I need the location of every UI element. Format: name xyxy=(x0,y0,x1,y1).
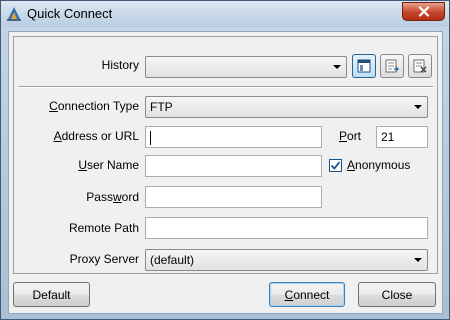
dialog-body: History Connection Type FTP Address or U… xyxy=(8,31,443,314)
app-icon xyxy=(7,7,21,21)
address-label: Address or URL xyxy=(53,129,139,143)
close-button[interactable]: Close xyxy=(358,282,436,307)
window-icon xyxy=(357,59,371,73)
window-close-button[interactable] xyxy=(402,2,445,21)
connect-button[interactable]: Connect xyxy=(269,282,345,307)
password-label: Password xyxy=(86,190,139,204)
anonymous-label[interactable]: Anonymous xyxy=(347,158,410,172)
remote-path-label: Remote Path xyxy=(68,221,139,235)
connection-group: History Connection Type FTP Address or U… xyxy=(13,36,438,274)
history-add-button[interactable] xyxy=(380,54,404,78)
title-bar[interactable]: Quick Connect xyxy=(1,1,449,27)
address-input[interactable] xyxy=(145,126,322,148)
chevron-down-icon xyxy=(333,65,341,69)
window-title: Quick Connect xyxy=(27,6,113,21)
text-caret xyxy=(150,130,151,145)
close-icon xyxy=(418,6,429,17)
port-label: Port xyxy=(339,129,362,143)
proxy-server-select[interactable]: (default) xyxy=(145,249,428,271)
anonymous-checkbox[interactable] xyxy=(329,159,342,172)
username-label: User Name xyxy=(78,158,139,172)
history-select[interactable] xyxy=(145,56,347,78)
quick-connect-window: Quick Connect History Connection Type FT… xyxy=(0,0,450,320)
connection-type-value: FTP xyxy=(150,100,173,114)
chevron-down-icon xyxy=(414,258,422,262)
password-input[interactable] xyxy=(145,186,322,208)
history-label: History xyxy=(101,58,139,72)
chevron-down-icon xyxy=(414,105,422,109)
remote-path-input[interactable] xyxy=(145,217,428,239)
history-remove-button[interactable] xyxy=(408,54,432,78)
remove-from-list-icon xyxy=(413,59,427,73)
username-input[interactable] xyxy=(145,155,322,177)
default-button[interactable]: Default xyxy=(13,282,90,307)
separator xyxy=(18,86,433,88)
connection-type-select[interactable]: FTP xyxy=(145,96,428,118)
proxy-server-label: Proxy Server xyxy=(69,252,139,266)
history-open-button[interactable] xyxy=(352,54,376,78)
proxy-server-value: (default) xyxy=(150,253,195,267)
connection-type-label: Connection Type xyxy=(49,99,139,113)
add-to-list-icon xyxy=(385,59,399,73)
checkmark-icon xyxy=(330,161,341,170)
port-input[interactable]: 21 xyxy=(376,126,428,148)
